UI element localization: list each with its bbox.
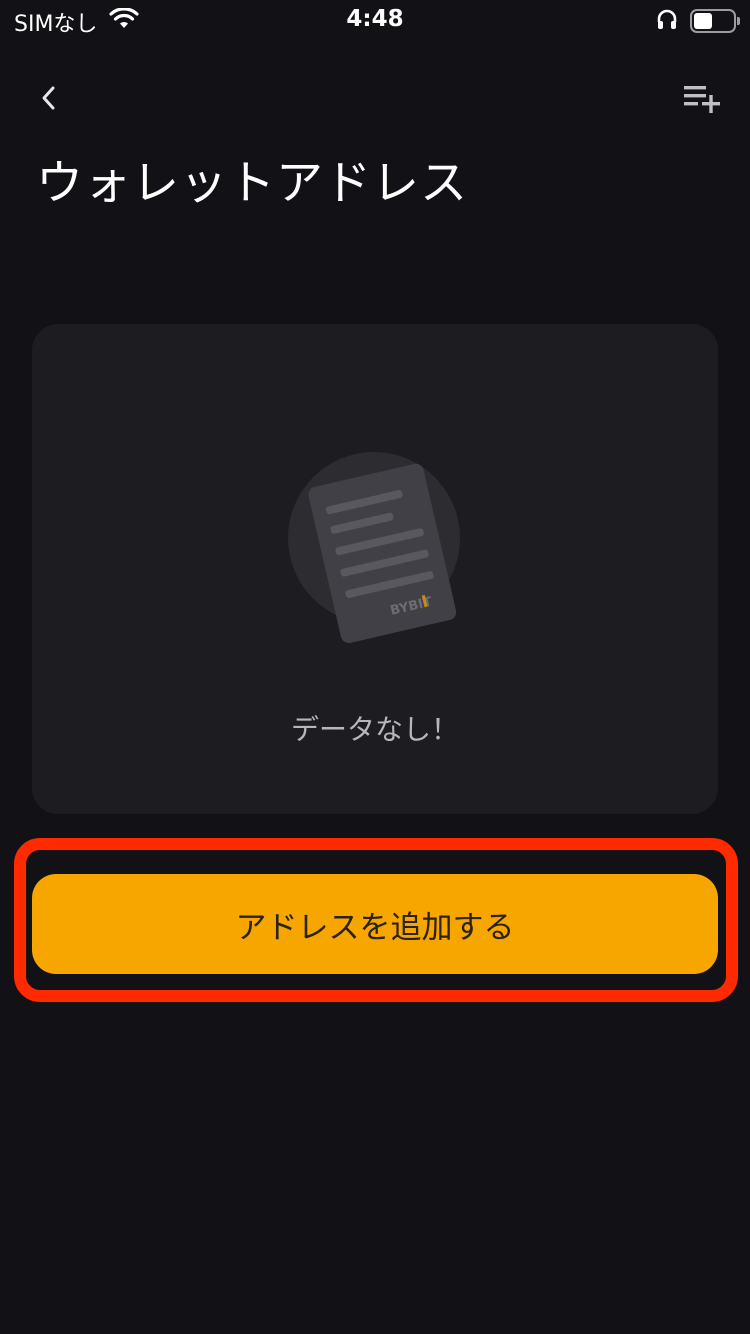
status-right	[656, 8, 740, 34]
empty-state-card: BYBIT データなし！	[32, 324, 718, 814]
battery-cap	[737, 17, 740, 25]
empty-document-illustration: BYBIT	[284, 448, 474, 648]
clock: 4:48	[346, 6, 404, 32]
page-title: ウォレットアドレス	[36, 156, 468, 211]
headphones-icon	[656, 8, 678, 34]
battery-level	[694, 13, 712, 29]
playlist-add-icon	[684, 86, 720, 113]
battery-icon	[690, 9, 740, 33]
wallet-address-screen: SIMなし 4:48 ウォレットアドレス BYBIT データなし！ アドレスを追…	[0, 0, 750, 1334]
back-button[interactable]	[30, 80, 66, 116]
empty-state-message: データなし！	[290, 713, 459, 746]
chevron-left-icon	[42, 86, 55, 110]
status-bar: SIMなし 4:48	[0, 0, 750, 42]
add-address-list-button[interactable]	[680, 80, 724, 116]
add-address-button[interactable]: アドレスを追加する	[32, 874, 718, 974]
